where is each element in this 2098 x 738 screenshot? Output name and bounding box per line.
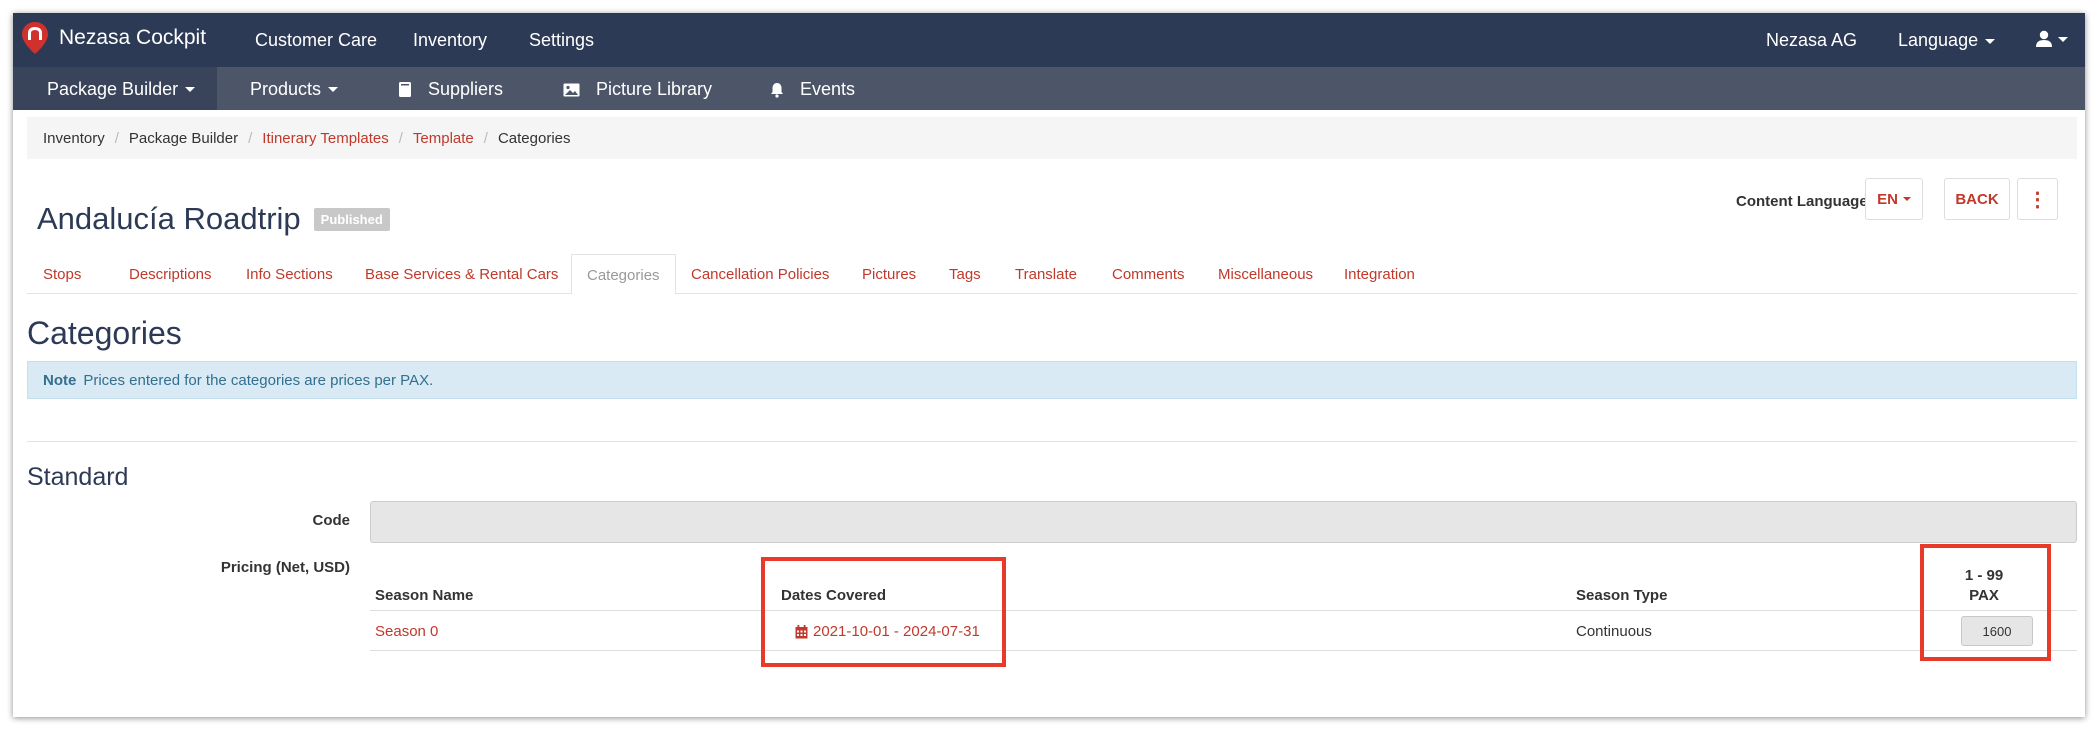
tab-base-services[interactable]: Base Services & Rental Cars [365, 254, 558, 294]
breadcrumb-separator: / [248, 129, 253, 147]
column-header-season-type: Season Type [1576, 587, 1668, 604]
tab-integration[interactable]: Integration [1344, 254, 1415, 294]
note-text: Prices entered for the categories are pr… [83, 371, 434, 389]
subnav-package-builder[interactable]: Package Builder [47, 79, 196, 100]
chevron-down-icon [185, 87, 196, 92]
column-header-season-name: Season Name [375, 587, 474, 604]
tab-pictures[interactable]: Pictures [862, 254, 916, 294]
tab-info-sections[interactable]: Info Sections [246, 254, 333, 294]
subnav-picture-library[interactable]: Picture Library [563, 79, 712, 100]
user-icon [2036, 31, 2052, 48]
breadcrumb-package-builder[interactable]: Package Builder [129, 130, 238, 147]
nav-settings[interactable]: Settings [529, 30, 594, 51]
nav-customer-care[interactable]: Customer Care [255, 30, 377, 51]
page-title-text: Andalucía Roadtrip [37, 201, 301, 236]
nav-inventory[interactable]: Inventory [413, 30, 487, 51]
section-title: Categories [27, 315, 182, 351]
bell-icon [771, 82, 783, 98]
app-window: Nezasa Cockpit Customer Care Inventory S… [13, 13, 2085, 717]
content-language-label: Content Language [1736, 193, 1868, 210]
tab-descriptions[interactable]: Descriptions [129, 254, 212, 294]
user-menu[interactable] [2035, 28, 2068, 49]
tab-tags[interactable]: Tags [949, 254, 981, 294]
tab-cancellation-policies[interactable]: Cancellation Policies [691, 254, 829, 294]
subnav-picture-library-label: Picture Library [596, 79, 713, 99]
breadcrumb-itinerary-templates[interactable]: Itinerary Templates [262, 130, 388, 147]
brand-name: Nezasa Cockpit [59, 26, 207, 49]
category-title: Standard [27, 463, 129, 491]
highlight-box-dates [761, 557, 1006, 667]
breadcrumb-categories: Categories [497, 129, 571, 147]
season-type-value: Continuous [1576, 623, 1652, 640]
content-language-dropdown[interactable]: EN [1865, 178, 1923, 220]
breadcrumb-separator: / [483, 129, 488, 147]
content-language-value: EN [1877, 190, 1898, 208]
breadcrumb-separator: / [398, 129, 403, 147]
nav-company[interactable]: Nezasa AG [1766, 30, 1857, 51]
subnav-events[interactable]: Events [770, 79, 855, 100]
book-icon [399, 82, 411, 97]
tab-stops[interactable]: Stops [43, 254, 81, 294]
season-name-link[interactable]: Season 0 [375, 623, 438, 640]
table-header-divider [370, 610, 2077, 611]
tab-bar: Stops Descriptions Info Sections Base Se… [27, 254, 2077, 295]
note-label: Note [43, 371, 77, 389]
subnav-suppliers[interactable]: Suppliers [398, 79, 503, 100]
nezasa-logo-icon [22, 22, 48, 54]
brand[interactable]: Nezasa Cockpit [21, 21, 206, 55]
back-button[interactable]: BACK [1944, 178, 2010, 220]
chevron-down-icon [328, 87, 339, 92]
picture-icon [563, 83, 580, 96]
status-badge: Published [313, 207, 390, 231]
subnav-products-label: Products [250, 79, 322, 99]
nav-language-dropdown[interactable]: Language [1898, 30, 1996, 51]
page-title: Andalucía Roadtrip Published [37, 201, 390, 237]
breadcrumb-inventory[interactable]: Inventory [43, 130, 105, 147]
top-navbar: Nezasa Cockpit Customer Care Inventory S… [13, 13, 2085, 67]
info-note: Note Prices entered for the categories a… [27, 361, 2077, 399]
chevron-down-icon [1902, 197, 1911, 201]
tab-comments[interactable]: Comments [1112, 254, 1185, 294]
highlight-box-pax [1920, 544, 2051, 661]
chevron-down-icon [2058, 36, 2068, 42]
code-input[interactable] [370, 501, 2077, 543]
more-options-button[interactable]: ⋮ [2017, 178, 2058, 220]
breadcrumb-separator: / [114, 129, 119, 147]
tab-translate[interactable]: Translate [1015, 254, 1077, 294]
code-label: Code [312, 512, 351, 529]
subnav-suppliers-label: Suppliers [428, 79, 504, 99]
chevron-down-icon [1985, 38, 1996, 44]
subnav-events-label: Events [800, 79, 856, 99]
pricing-label: Pricing (Net, USD) [220, 559, 350, 576]
tab-miscellaneous[interactable]: Miscellaneous [1218, 254, 1313, 294]
subnav-package-builder-label: Package Builder [47, 79, 179, 99]
breadcrumb-template[interactable]: Template [413, 130, 474, 147]
tab-categories[interactable]: Categories [571, 254, 676, 295]
sub-navbar: Package Builder Products Suppliers Pictu… [13, 67, 2085, 110]
subnav-products[interactable]: Products [250, 79, 339, 100]
table-row-divider [370, 650, 2077, 651]
nav-language-label: Language [1898, 30, 1979, 50]
divider [27, 441, 2077, 442]
more-vertical-icon: ⋮ [2027, 188, 2048, 211]
breadcrumb: Inventory / Package Builder / Itinerary … [27, 117, 2077, 159]
